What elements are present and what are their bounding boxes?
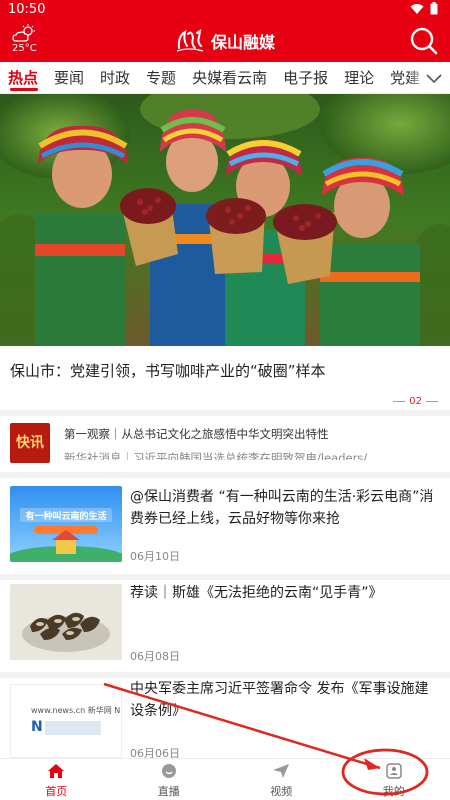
flash-headline-1[interactable]: 第一观察｜从总书记文化之旅感悟中华文明突出特性: [64, 426, 329, 442]
home-icon: [48, 764, 65, 778]
nav-home[interactable]: 首页: [0, 759, 113, 800]
thumb-headline: www.news.cn 新华网 NEWS: [31, 705, 122, 715]
channel-tabs: 热点 要闻 时政 专题 央媒看云南 电子报 理论 党建: [0, 62, 428, 93]
nav-label: 视频: [270, 785, 293, 798]
status-time: 10:50: [8, 2, 46, 17]
weather-cloud-icon: [12, 24, 35, 42]
nav-label: 首页: [45, 785, 68, 798]
weather-widget[interactable]: 25°C: [10, 23, 40, 59]
weather-temperature: 25°C: [12, 43, 37, 54]
channel-tab[interactable]: 时政: [92, 62, 138, 93]
flash-headline-2[interactable]: 新华社消息｜习近平向韩国当选总统李在明致贺电/leaders/: [64, 450, 444, 460]
channel-tab[interactable]: 专题: [138, 62, 184, 93]
news-date: 06月10日: [130, 550, 180, 563]
nav-label: 直播: [157, 785, 180, 798]
nav-live[interactable]: 直播: [113, 759, 226, 800]
news-date: 06月08日: [130, 650, 180, 663]
channel-tab[interactable]: 要闻: [46, 62, 92, 93]
active-tab-indicator: [10, 88, 38, 91]
news-thumbnail: www.news.cn 新华网 NEWS N: [10, 684, 122, 758]
video-icon: [273, 764, 290, 778]
hero-page-indicator: 02: [393, 396, 438, 407]
profile-icon: [386, 763, 402, 779]
nav-video[interactable]: 视频: [225, 759, 338, 800]
flash-logo: 快讯: [10, 423, 50, 463]
channel-tab[interactable]: 电子报: [275, 62, 336, 93]
nav-label: 我的: [382, 785, 405, 798]
brand-logo-icon: [176, 28, 204, 52]
channel-bar: 热点 要闻 时政 专题 央媒看云南 电子报 理论 党建: [0, 62, 450, 94]
search-icon[interactable]: [408, 25, 440, 57]
news-thumbnail: 有一种叫云南的生活: [10, 486, 122, 562]
news-item[interactable]: 荐读｜斯雄《无法拒绝的云南“见手青”》 06月08日: [0, 580, 450, 672]
channel-tab[interactable]: 央媒看云南: [184, 62, 275, 93]
status-icons: [410, 2, 438, 15]
hero-banner[interactable]: [0, 94, 450, 346]
nav-profile[interactable]: 我的: [338, 759, 450, 800]
flash-news[interactable]: 快讯 第一观察｜从总书记文化之旅感悟中华文明突出特性 新华社消息｜习近平向韩国当…: [0, 416, 450, 470]
live-icon: [161, 764, 176, 778]
news-item[interactable]: 有一种叫云南的生活 @保山消费者 “有一种叫云南的生活·彩云电商”消费券已经上线…: [0, 478, 450, 574]
hero-photo: [0, 94, 450, 346]
status-bar: 10:50: [0, 0, 450, 20]
app-header: 25°C 保山融媒: [0, 20, 450, 62]
thumb-headline: 有一种叫云南的生活: [25, 510, 106, 522]
news-thumbnail: [10, 584, 122, 660]
hero-page-number: 02: [409, 396, 422, 407]
svg-text:N: N: [31, 719, 43, 735]
news-title: 中央军委主席习近平签署命令 发布《军事设施建设条例》: [130, 681, 429, 719]
news-title: 荐读｜斯雄《无法拒绝的云南“见手青”》: [130, 585, 383, 601]
battery-icon: [430, 2, 438, 15]
channel-tab[interactable]: 理论: [336, 62, 382, 93]
brand-title: 保山融媒: [211, 33, 276, 52]
bottom-nav: 首页 直播 视频 我的: [0, 758, 450, 800]
brand: 保山融媒: [175, 27, 275, 55]
news-title: @保山消费者 “有一种叫云南的生活·彩云电商”消费券已经上线，云品好物等你来抢: [130, 489, 434, 527]
news-item[interactable]: www.news.cn 新华网 NEWS N 中央军委主席习近平签署命令 发布《…: [0, 678, 450, 760]
wifi-icon: [410, 3, 424, 14]
hero-title[interactable]: 保山市：党建引领，书写咖啡产业的“破圈”样本: [10, 360, 326, 381]
chevron-down-icon[interactable]: [426, 70, 442, 86]
